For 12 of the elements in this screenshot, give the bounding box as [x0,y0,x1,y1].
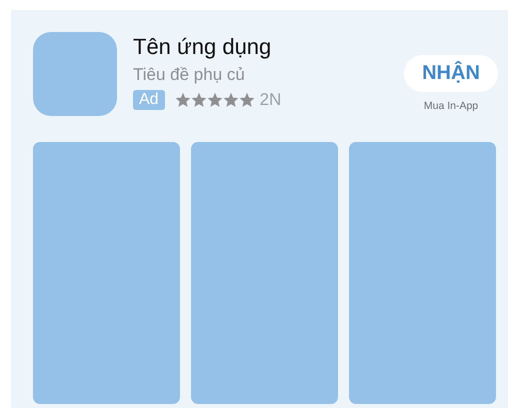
app-subtitle: Tiêu đề phụ củ [133,64,246,86]
get-button[interactable]: NHẬN [404,55,498,92]
in-app-purchase-note: Mua In-App [424,100,478,112]
app-icon [33,32,117,116]
star-icon [190,92,207,108]
star-icon [206,92,223,108]
ad-label: Ad [133,90,165,110]
app-name: Tên ứng dụng [133,34,272,60]
star-icon [238,92,255,108]
rating-count: 2N [260,90,282,110]
star-icon [222,92,239,108]
star-icon [174,92,191,108]
